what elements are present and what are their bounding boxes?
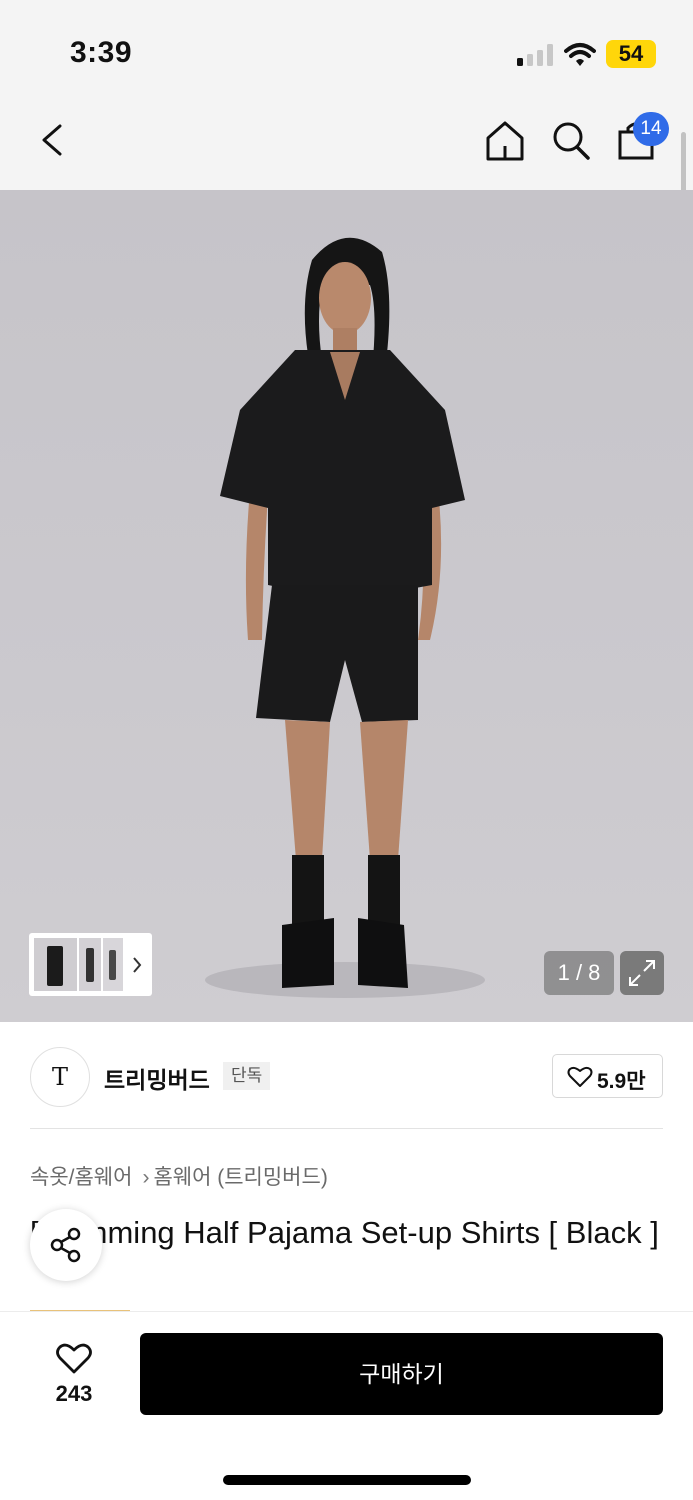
home-indicator — [223, 1475, 471, 1485]
cart-count-badge: 14 — [633, 112, 669, 146]
brand-like-count: 5.9만 — [597, 1070, 646, 1093]
thumbnail-3[interactable] — [103, 938, 123, 991]
breadcrumb-subcategory[interactable]: 홈웨어 (트리밍버드) — [153, 1166, 327, 1189]
status-time: 3:39 — [70, 36, 133, 69]
top-bar: 3:39 54 14 — [0, 0, 693, 212]
expand-icon[interactable] — [620, 951, 664, 995]
brand-name[interactable]: 트리밍버드 — [104, 1061, 210, 1095]
brand-logo[interactable]: T — [30, 1047, 90, 1107]
brand-like-button[interactable]: 5.9만 — [552, 1054, 663, 1098]
breadcrumb-category[interactable]: 속옷/홈웨어 — [30, 1166, 132, 1189]
product-title: [ Trimming Half Pajama Set-up Shirts [ B… — [30, 1215, 659, 1250]
heart-icon — [567, 1066, 593, 1087]
image-pager: 1 / 8 — [544, 951, 614, 995]
signal-icon — [517, 44, 553, 66]
search-icon[interactable] — [548, 118, 594, 164]
product-image[interactable] — [0, 190, 693, 1022]
buy-button[interactable]: 구매하기 — [140, 1333, 663, 1415]
breadcrumb-separator-icon: › — [142, 1166, 150, 1189]
wifi-icon — [564, 43, 596, 66]
chevron-right-icon — [133, 957, 142, 973]
model-photo — [205, 237, 485, 998]
battery-level: 54 — [606, 40, 656, 68]
thumbnail-2[interactable] — [79, 938, 101, 991]
wishlist-count: 243 — [55, 1381, 93, 1406]
home-icon[interactable] — [482, 118, 528, 164]
divider — [30, 1128, 663, 1129]
exclusive-tag: 단독 — [223, 1062, 271, 1090]
breadcrumb: 속옷/홈웨어 › 홈웨어 (트리밍버드) — [30, 1161, 328, 1191]
share-icon[interactable] — [30, 1209, 102, 1281]
thumbnail-1[interactable] — [34, 938, 77, 991]
back-arrow-icon[interactable] — [32, 118, 72, 162]
thumbnail-strip[interactable] — [29, 933, 152, 996]
